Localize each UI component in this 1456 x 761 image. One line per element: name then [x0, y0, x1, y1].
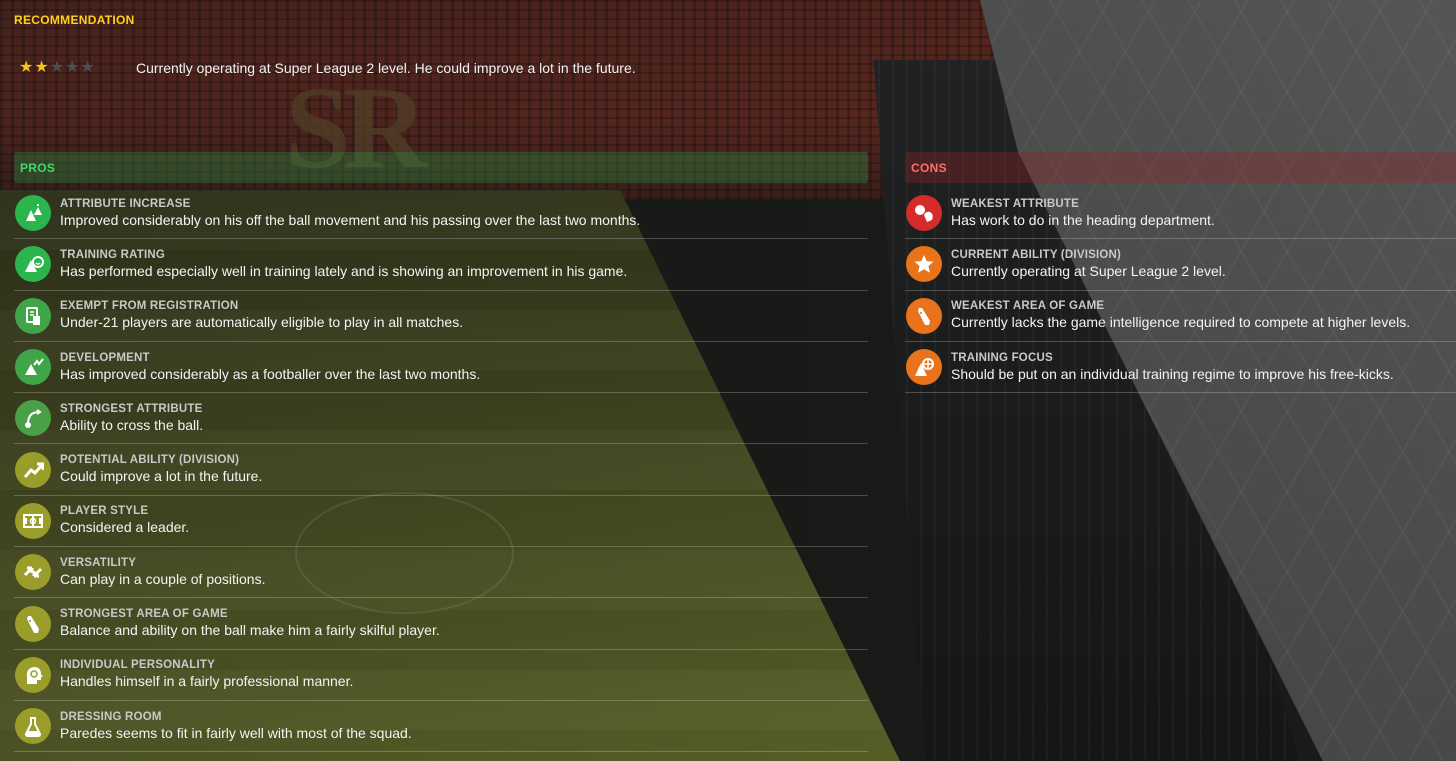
pros-item-description: Ability to cross the ball. [60, 416, 204, 433]
cons-item: WEAKEST ATTRIBUTE Has work to do in the h… [905, 188, 1456, 240]
star-filled-icon: ★ [34, 59, 49, 76]
pros-item-title: STRONGEST ATTRIBUTE [60, 402, 203, 415]
attribute-increase-icon [15, 195, 51, 232]
pros-item-title: ATTRIBUTE INCREASE [60, 197, 191, 210]
cons-item: TRAINING FOCUS Should be put on an indivi… [905, 342, 1456, 394]
pitch-icon [15, 502, 51, 539]
pros-item-title: PLAYER STYLE [60, 505, 149, 518]
star-icon [906, 246, 942, 283]
pros-item-title: POTENTIAL ABILITY (DIVISION) [60, 454, 240, 467]
pros-item-description: Considered a leader. [60, 519, 190, 536]
heading-icon [906, 195, 942, 232]
pros-item: EXEMPT FROM REGISTRATION Under-21 players… [14, 291, 868, 342]
cons-item-description: Currently lacks the game intelligence re… [951, 314, 1411, 331]
pros-list: ATTRIBUTE INCREASE Improved considerably … [14, 188, 868, 753]
swap-arrows-icon [15, 554, 51, 591]
star-empty-icon: ★ [49, 59, 65, 76]
pros-item-description: Could improve a lot in the future. [60, 468, 263, 485]
pros-item: STRONGEST ATTRIBUTE Ability to cross the … [14, 393, 868, 445]
pros-item-description: Under-21 players are automatically eligi… [60, 314, 464, 331]
training-rating-icon [15, 246, 51, 283]
pros-item: POTENTIAL ABILITY (DIVISION) Could improv… [14, 444, 868, 496]
target-cone-icon [906, 349, 942, 386]
pros-item: ATTRIBUTE INCREASE Improved considerably … [14, 188, 868, 240]
pros-item-title: DRESSING ROOM [60, 710, 162, 723]
cons-item-title: CURRENT ABILITY (DIVISION) [951, 248, 1122, 261]
cons-item-description: Currently operating at Super League 2 le… [951, 262, 1226, 279]
pros-item-title: TRAINING RATING [60, 248, 166, 261]
star-filled-icon: ★ [19, 59, 34, 76]
cons-header: CONS [905, 152, 1456, 183]
pros-header: PROS [14, 152, 868, 183]
pros-item: PLAYER STYLE Considered a leader. [14, 496, 868, 548]
pros-item: VERSATILITY Can play in a couple of posit… [14, 547, 868, 599]
pros-item-description: Has improved considerably as a footballe… [60, 365, 481, 382]
pros-item: DRESSING ROOM Paredes seems to fit in fai… [14, 701, 868, 753]
head-icon [15, 656, 51, 693]
pros-item: TRAINING RATING Has performed especially … [14, 239, 868, 291]
cons-item-title: WEAKEST AREA OF GAME [951, 300, 1105, 313]
pros-item-title: VERSATILITY [60, 556, 137, 569]
registration-icon [15, 297, 51, 334]
pros-item-description: Has performed especially well in trainin… [60, 262, 628, 279]
cons-item-title: TRAINING FOCUS [951, 351, 1053, 364]
cons-item-title: WEAKEST ATTRIBUTE [951, 197, 1079, 210]
cons-list: WEAKEST ATTRIBUTE Has work to do in the h… [905, 188, 1456, 394]
cons-item-description: Should be put on an individual training … [951, 365, 1394, 382]
flask-icon [15, 708, 51, 745]
recommendation-text: Currently operating at Super League 2 le… [136, 60, 636, 76]
pros-item: DEVELOPMENT Has improved considerably as … [14, 342, 868, 394]
scout-report-panel: RECOMMENDATION ★ ★ ★ ★ ★ Currently operating… [0, 0, 1456, 761]
pros-item-description: Handles himself in a fairly professional… [60, 673, 354, 690]
star-empty-icon: ★ [80, 59, 95, 76]
cons-item: CURRENT ABILITY (DIVISION) Currently oper… [905, 239, 1456, 291]
pros-label: PROS [20, 160, 56, 175]
boot-icon [15, 605, 51, 642]
star-rating: ★ ★ ★ ★ ★ [19, 60, 95, 76]
star-empty-icon: ★ [65, 59, 80, 76]
cons-label: CONS [911, 160, 947, 175]
pros-item-title: EXEMPT FROM REGISTRATION [60, 300, 239, 313]
pros-item-title: DEVELOPMENT [60, 351, 150, 364]
cons-item-description: Has work to do in the heading department… [951, 211, 1215, 228]
pros-item-description: Balance and ability on the ball make him… [60, 622, 440, 639]
cons-item: WEAKEST AREA OF GAME Currently lacks the … [905, 291, 1456, 342]
pros-item: STRONGEST AREA OF GAME Balance and abilit… [14, 598, 868, 650]
cross-ball-icon [15, 400, 51, 437]
pros-item-title: INDIVIDUAL PERSONALITY [60, 659, 215, 672]
pros-item-description: Paredes seems to fit in fairly well with… [60, 724, 412, 741]
pros-item-title: STRONGEST AREA OF GAME [60, 608, 228, 621]
development-icon [15, 349, 51, 386]
boot-icon [906, 297, 942, 334]
trend-up-icon [15, 451, 51, 488]
pros-item-description: Can play in a couple of positions. [60, 570, 266, 587]
recommendation-title: RECOMMENDATION [14, 13, 135, 27]
pros-item-description: Improved considerably on his off the bal… [60, 211, 641, 228]
pros-item: INDIVIDUAL PERSONALITY Handles himself in… [14, 650, 868, 701]
